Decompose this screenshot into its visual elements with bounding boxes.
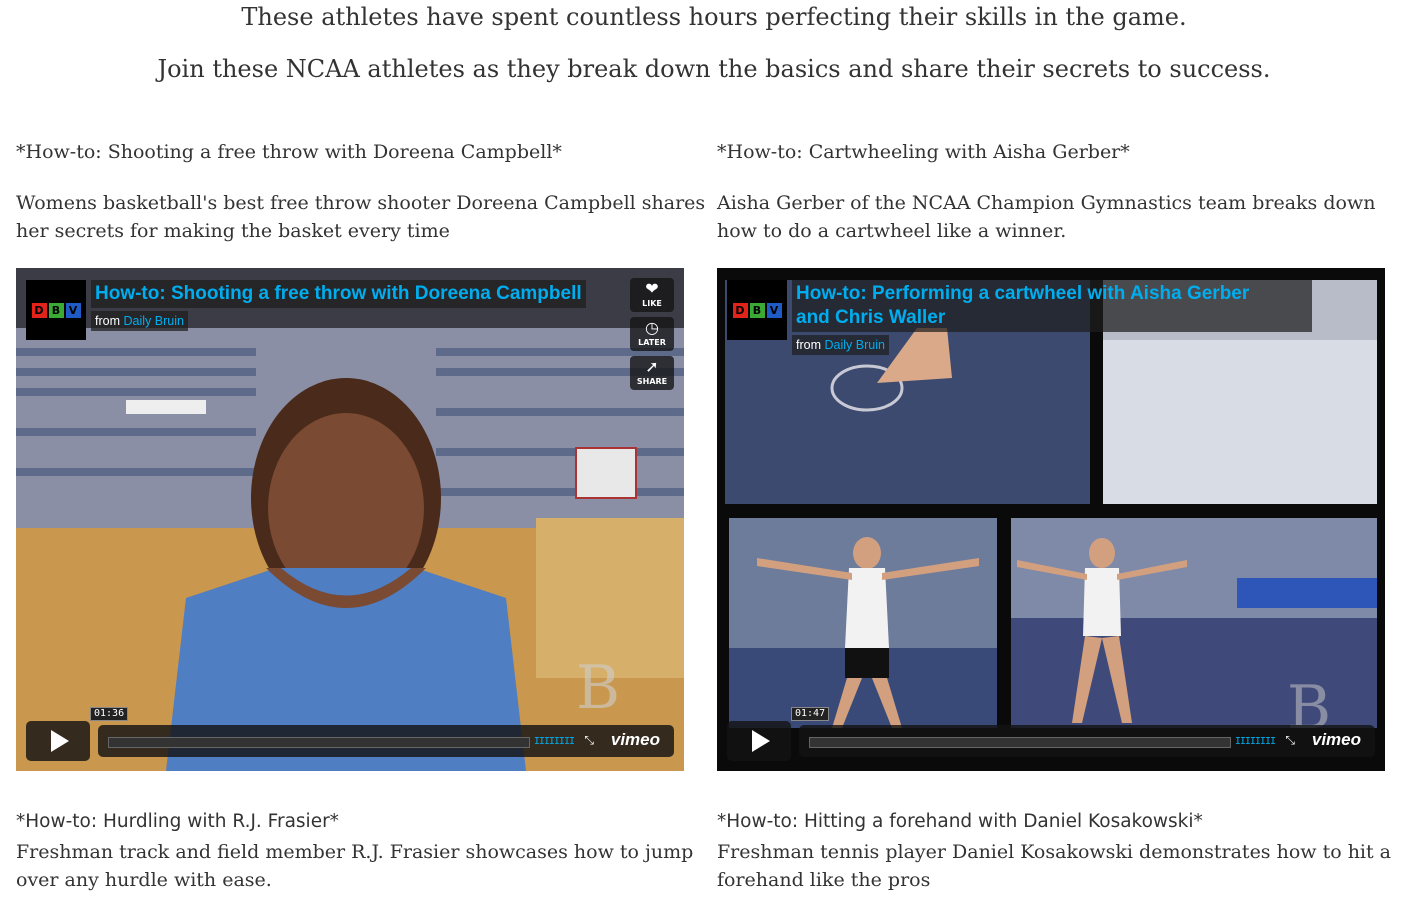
video-byline: from Daily Bruin [91, 311, 188, 331]
video-byline: from Daily Bruin [792, 335, 889, 355]
logo-letter: V [65, 302, 81, 318]
watch-later-button[interactable]: ◷ LATER [630, 317, 674, 351]
from-label: from [796, 338, 821, 352]
volume-icon[interactable]: IIIIIIII [534, 736, 575, 747]
post-description: Freshman tennis player Daniel Kosakowski… [717, 841, 1392, 891]
vimeo-logo[interactable]: vimeo [1312, 730, 1361, 750]
intro-line-2: Join these NCAA athletes as they break d… [157, 55, 1271, 83]
intro-line-1: These athletes have spent countless hour… [241, 3, 1187, 31]
dbv-logo[interactable]: D B V [26, 280, 86, 340]
later-label: LATER [638, 338, 666, 347]
fullscreen-icon[interactable]: ⤡ [584, 733, 594, 748]
svg-text:B: B [576, 653, 620, 723]
video-duration: 01:47 [791, 707, 830, 721]
share-icon: ➚ [645, 357, 659, 376]
progress-bar[interactable] [108, 737, 530, 748]
fullscreen-icon[interactable]: ⤡ [1285, 733, 1295, 748]
clock-icon: ◷ [645, 318, 659, 337]
logo-letter: V [766, 302, 782, 318]
video-frame: B [16, 268, 684, 771]
channel-link[interactable]: Daily Bruin [123, 314, 183, 328]
player-controls: IIIIIIII ⤡ vimeo 01:47 [727, 707, 1375, 761]
post-description: Womens basketball's best free throw shoo… [16, 192, 706, 242]
video-player-free-throw[interactable]: B D B V How-to: Shooting a free throw wi… [16, 268, 684, 771]
play-icon [752, 730, 770, 752]
channel-link[interactable]: Daily Bruin [824, 338, 884, 352]
post-description: Aisha Gerber of the NCAA Champion Gymnas… [717, 192, 1376, 242]
video-player-cartwheel[interactable]: B D B V How-to: Performing a cartwheel w… [717, 268, 1385, 771]
dbv-logo[interactable]: D B V [727, 280, 787, 340]
logo-letter: D [31, 302, 47, 318]
progress-bar[interactable] [809, 737, 1231, 748]
post-title: *How-to: Shooting a free throw with Dore… [16, 141, 562, 163]
logo-letter: D [732, 302, 748, 318]
post-description: Freshman track and field member R.J. Fra… [16, 841, 694, 891]
share-label: SHARE [636, 377, 668, 386]
player-controls: IIIIIIII ⤡ vimeo 01:36 [26, 707, 674, 761]
share-button[interactable]: ➚ SHARE [630, 356, 674, 390]
like-button[interactable]: ❤ LIKE [630, 278, 674, 312]
post-title: *How-to: Hurdling with R.J. Frasier* [16, 811, 339, 832]
video-title-link[interactable]: How-to: Performing a cartwheel with Aish… [792, 280, 1312, 332]
vimeo-logo[interactable]: vimeo [611, 730, 660, 750]
heart-icon: ❤ [645, 279, 659, 298]
volume-icon[interactable]: IIIIIIII [1235, 736, 1276, 747]
post-title: *How-to: Cartwheeling with Aisha Gerber* [717, 141, 1130, 163]
control-bar: IIIIIIII ⤡ vimeo [799, 725, 1375, 757]
play-button[interactable] [727, 721, 791, 761]
video-title-line: How-to: Performing a cartwheel with Aish… [796, 283, 1250, 304]
play-icon [51, 730, 69, 752]
play-button[interactable] [26, 721, 90, 761]
like-label: LIKE [642, 299, 662, 308]
control-bar: IIIIIIII ⤡ vimeo [98, 725, 674, 757]
video-title-link[interactable]: How-to: Shooting a free throw with Doree… [91, 280, 586, 308]
from-label: from [95, 314, 120, 328]
post-title: *How-to: Hitting a forehand with Daniel … [717, 811, 1203, 832]
video-duration: 01:36 [90, 707, 129, 721]
video-title-line: and Chris Waller [796, 307, 946, 328]
logo-letter: B [48, 302, 64, 318]
logo-letter: B [749, 302, 765, 318]
